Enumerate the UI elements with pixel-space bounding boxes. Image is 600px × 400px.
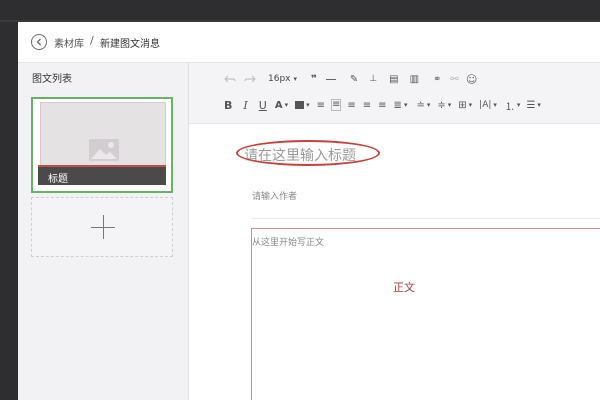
chevron-down-icon: ▾ xyxy=(293,75,298,83)
align-center-icon[interactable]: ≡ xyxy=(347,100,355,111)
chevron-down-icon: ▾ xyxy=(537,101,541,109)
indent-icon[interactable]: ≡ xyxy=(317,100,325,111)
chevron-down-icon: ▾ xyxy=(306,101,310,109)
horizontal-rule-icon[interactable] xyxy=(325,78,336,80)
redo-icon[interactable] xyxy=(244,74,256,84)
plus-icon-vertical xyxy=(103,215,104,239)
breadcrumb-separator: / xyxy=(90,34,94,47)
article-title: 标题 xyxy=(48,174,68,185)
article-title-accent xyxy=(38,165,166,167)
paste-plain-icon[interactable]: ▥ xyxy=(410,74,419,85)
ordered-list-icon[interactable]: ⒈ xyxy=(505,98,515,113)
blockquote-icon[interactable]: ❞ xyxy=(311,74,317,85)
letter-spacing-icon[interactable]: ⊞ xyxy=(458,100,466,111)
toolbar-row-2: B I U A ▾ ▾ ≡ ≡ ≡ ≡ ≡ ≣ ▾ ≐ ▾ ≑ ▾ ⊞ ▾ |A… xyxy=(189,95,541,115)
article-thumbnail xyxy=(40,102,166,174)
page-title: 新建图文消息 xyxy=(100,39,160,50)
paragraph-spacing-after-icon[interactable]: ≐ xyxy=(416,100,424,111)
add-article-button[interactable] xyxy=(31,197,173,257)
author-input[interactable]: 请输入作者 xyxy=(252,189,297,202)
text-direction-icon[interactable]: |A| xyxy=(479,100,491,110)
italic-icon[interactable]: I xyxy=(243,99,247,112)
image-placeholder-icon xyxy=(89,139,119,161)
chevron-down-icon: ▾ xyxy=(447,101,452,109)
body-annotation-label: 正文 xyxy=(393,281,415,294)
window-top-bar xyxy=(0,0,600,22)
font-size-select[interactable]: 16px xyxy=(268,74,291,84)
unordered-list-icon[interactable]: ☰ xyxy=(526,100,535,111)
underline-icon[interactable]: U xyxy=(259,99,267,112)
paragraph-spacing-before-icon[interactable]: ≣ xyxy=(394,100,402,111)
chevron-down-icon: ▾ xyxy=(403,101,408,109)
format-brush-icon[interactable]: ✎ xyxy=(350,74,358,85)
line-height-icon[interactable]: ≑ xyxy=(437,100,445,111)
body-placeholder: 从这里开始写正文 xyxy=(252,238,325,248)
breadcrumb: 素材库 / 新建图文消息 xyxy=(18,22,600,63)
chevron-down-icon: ▾ xyxy=(468,101,473,109)
chevron-down-icon: ▾ xyxy=(284,101,289,109)
clear-format-icon[interactable]: ⊥ xyxy=(369,74,377,84)
divider xyxy=(252,218,600,219)
article-list-panel: 图文列表 标题 xyxy=(18,63,189,400)
toolbar-row-1: 16px ▾ ❞ ✎ ⊥ ▤ ▥ ⚭ ⚯ ☺ xyxy=(189,69,477,89)
align-left-icon[interactable]: ≡ xyxy=(330,99,342,111)
undo-icon[interactable] xyxy=(224,74,236,84)
editor-toolbar: 16px ▾ ❞ ✎ ⊥ ▤ ▥ ⚭ ⚯ ☺ B I U A ▾ ▾ ≡ ≡ ≡… xyxy=(189,63,600,124)
body-editor[interactable]: 从这里开始写正文 正文 xyxy=(251,228,600,400)
chevron-left-circle-icon xyxy=(36,38,41,46)
breadcrumb-library-link[interactable]: 素材库 xyxy=(54,35,84,50)
emoji-icon[interactable]: ☺ xyxy=(466,73,477,86)
link-icon[interactable]: ⚭ xyxy=(433,74,441,85)
article-list-title: 图文列表 xyxy=(32,74,72,85)
title-highlight-annotation xyxy=(236,140,380,166)
chevron-down-icon: ▾ xyxy=(516,101,521,109)
align-justify-icon[interactable]: ≡ xyxy=(378,100,386,111)
article-card[interactable]: 标题 xyxy=(31,97,173,193)
chevron-down-icon: ▾ xyxy=(426,101,431,109)
background-color-icon[interactable] xyxy=(295,101,305,109)
bold-icon[interactable]: B xyxy=(224,99,232,112)
article-title-bar: 标题 xyxy=(38,165,166,185)
unlink-icon[interactable]: ⚯ xyxy=(450,74,458,85)
align-right-icon[interactable]: ≡ xyxy=(363,100,371,111)
page: 素材库 / 新建图文消息 图文列表 标题 16px ▾ ❞ ✎ ⊥ ▤ ▥ ⚭ … xyxy=(18,22,600,400)
insert-template-icon[interactable]: ▤ xyxy=(389,74,398,85)
font-color-icon[interactable]: A xyxy=(275,100,283,111)
editor-panel: 16px ▾ ❞ ✎ ⊥ ▤ ▥ ⚭ ⚯ ☺ B I U A ▾ ▾ ≡ ≡ ≡… xyxy=(189,63,600,400)
back-button[interactable] xyxy=(31,34,47,50)
chevron-down-icon: ▾ xyxy=(493,101,497,109)
